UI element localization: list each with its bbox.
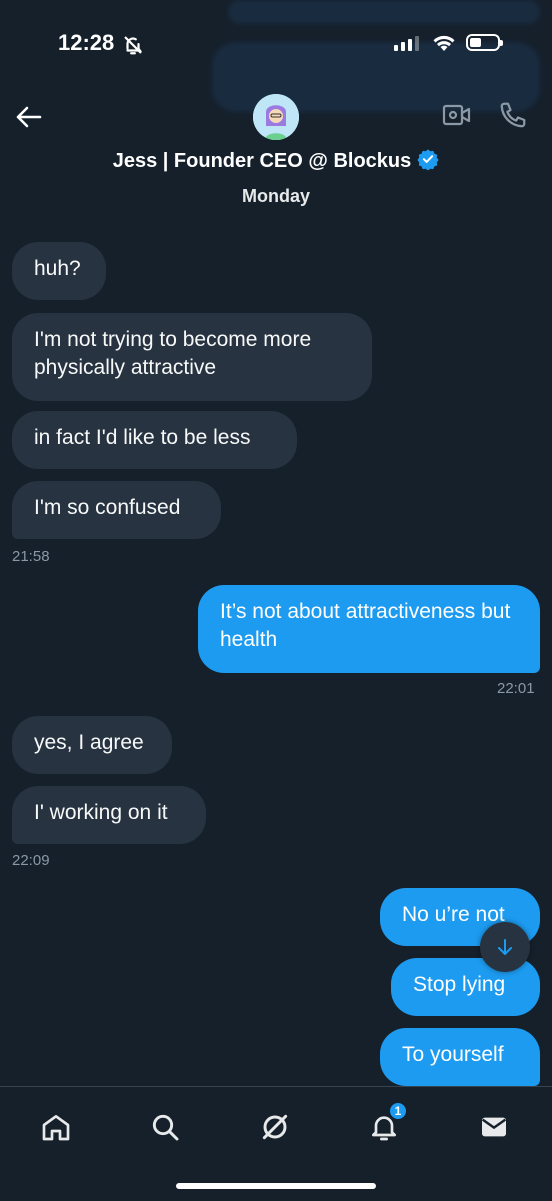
messages-icon xyxy=(481,1117,507,1137)
nav-search[interactable] xyxy=(145,1107,185,1147)
notification-count-badge: 1 xyxy=(388,1101,408,1121)
message-timestamp: 22:09 xyxy=(12,852,50,869)
nav-messages[interactable] xyxy=(474,1107,514,1147)
nav-notifications[interactable]: 1 xyxy=(364,1101,408,1147)
bell-off-icon xyxy=(122,34,144,61)
home-indicator[interactable] xyxy=(176,1183,376,1189)
scroll-to-bottom-button[interactable] xyxy=(480,922,530,972)
nav-grok[interactable] xyxy=(255,1107,295,1147)
incoming-message[interactable]: huh? xyxy=(12,242,106,300)
back-arrow-icon[interactable] xyxy=(14,102,44,132)
home-icon xyxy=(42,1115,70,1141)
message-timestamp: 21:58 xyxy=(12,548,50,565)
conversation-header: Jess | Founder CEO @ Blockus Monday xyxy=(0,90,552,220)
wifi-icon xyxy=(432,34,456,57)
verified-badge-icon xyxy=(417,148,439,176)
background-ghost-text xyxy=(0,1157,552,1173)
outgoing-message[interactable]: To yourself xyxy=(380,1028,540,1086)
arrow-down-icon xyxy=(498,939,512,955)
day-separator: Monday xyxy=(241,186,310,206)
video-call-icon[interactable] xyxy=(442,102,472,133)
status-time: 12:28 xyxy=(58,30,115,55)
avatar[interactable] xyxy=(253,94,299,140)
contact-name[interactable]: Jess | Founder CEO @ Blockus xyxy=(0,148,552,176)
grok-icon xyxy=(262,1114,288,1140)
search-icon xyxy=(152,1114,179,1141)
incoming-message[interactable]: I' working on it xyxy=(12,786,206,844)
phone-call-icon[interactable] xyxy=(498,100,528,135)
contact-name-text: Jess | Founder CEO @ Blockus xyxy=(112,150,412,172)
incoming-message[interactable]: I'm so confused xyxy=(12,481,221,539)
cellular-signal-icon xyxy=(394,36,419,51)
message-timestamp: 22:01 xyxy=(497,680,535,697)
nav-home[interactable] xyxy=(36,1107,76,1147)
incoming-message[interactable]: yes, I agree xyxy=(12,716,172,774)
battery-icon xyxy=(466,34,503,51)
incoming-message[interactable]: in fact I'd like to be less xyxy=(12,411,297,469)
incoming-message[interactable]: I'm not trying to become more physically… xyxy=(12,313,372,401)
status-bar: 12:28 xyxy=(0,0,552,90)
outgoing-message[interactable]: It’s not about attractiveness but health xyxy=(198,585,540,673)
